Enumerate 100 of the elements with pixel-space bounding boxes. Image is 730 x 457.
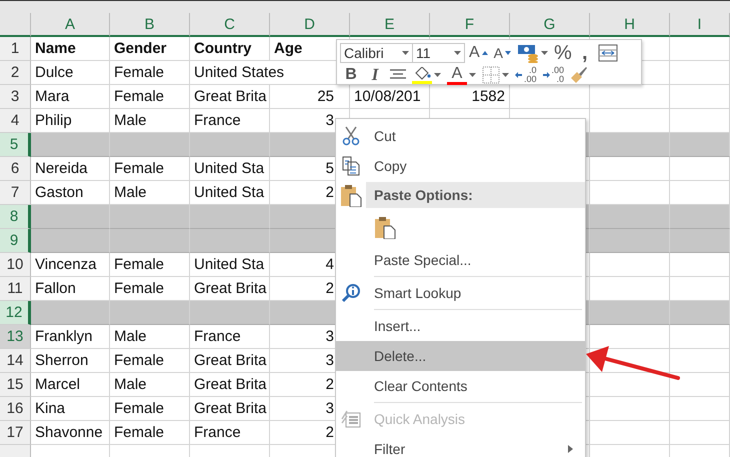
percent-button[interactable]: % xyxy=(552,43,574,63)
column-header[interactable]: G xyxy=(510,13,590,37)
row-header[interactable]: 15 xyxy=(0,373,31,397)
row-header[interactable]: 17 xyxy=(0,421,31,445)
arrow-left-icon xyxy=(515,72,522,78)
select-all-corner[interactable] xyxy=(0,13,31,37)
caret-icon xyxy=(402,51,409,55)
menu-item[interactable]: Delete... xyxy=(336,341,585,371)
table-cell: Female xyxy=(110,61,190,85)
paintbrush-icon xyxy=(570,66,588,84)
table-cell: Mara xyxy=(31,85,110,109)
table-cell xyxy=(670,373,730,397)
table-cell: Male xyxy=(110,373,190,397)
column-header[interactable]: A xyxy=(31,13,110,37)
column-header[interactable]: D xyxy=(270,13,350,37)
table-cell xyxy=(670,253,730,277)
table-cell xyxy=(670,301,730,325)
row-header[interactable]: 7 xyxy=(0,181,31,205)
shrink-font-button[interactable]: A xyxy=(492,43,514,63)
decrease-decimal-button[interactable]: .00 .0 xyxy=(540,65,566,85)
table-cell: France xyxy=(190,421,270,445)
row-header[interactable]: 12 xyxy=(0,301,31,325)
table-cell: Gender xyxy=(110,37,190,61)
table-cell: Sherron xyxy=(31,349,110,373)
row-header[interactable]: 3 xyxy=(0,85,31,109)
scissors-icon xyxy=(342,126,360,146)
table-cell: Great Brita xyxy=(190,397,270,421)
arrow-right-icon xyxy=(542,72,550,78)
search-icon xyxy=(341,283,361,303)
table-cell: Great Brita xyxy=(190,373,270,397)
table-cell: Female xyxy=(110,349,190,373)
table-cell xyxy=(670,397,730,421)
column-header[interactable]: B xyxy=(110,13,190,37)
wrap-text-button[interactable] xyxy=(596,43,620,63)
paint-bucket-icon xyxy=(413,66,431,80)
table-cell: United Sta xyxy=(190,253,270,277)
caret-icon xyxy=(541,51,548,55)
accounting-format-button[interactable] xyxy=(515,43,550,63)
font-name-dropdown[interactable]: Calibri xyxy=(340,43,413,63)
table-cell: Franklyn xyxy=(31,325,110,349)
table-cell xyxy=(670,349,730,373)
row-header[interactable]: 10 xyxy=(0,253,31,277)
table-cell xyxy=(670,61,730,85)
comma-button[interactable]: , xyxy=(576,43,594,63)
caret-icon xyxy=(434,73,441,77)
table-cell: Kina xyxy=(31,397,110,421)
table-cell: United Sta xyxy=(190,157,270,181)
font-size-dropdown[interactable]: 11 xyxy=(412,43,465,63)
table-cell xyxy=(670,37,730,61)
table-cell: Vincenza xyxy=(31,253,110,277)
table-cell: Female xyxy=(110,397,190,421)
table-cell: Female xyxy=(110,157,190,181)
row-header[interactable]: 1 xyxy=(0,37,31,61)
caret-icon xyxy=(454,51,461,55)
row-header[interactable]: 14 xyxy=(0,349,31,373)
table-cell: Nereida xyxy=(31,157,110,181)
column-header[interactable]: I xyxy=(670,13,730,37)
italic-button[interactable]: I xyxy=(364,65,386,85)
row-header[interactable]: 8 xyxy=(0,205,31,229)
row-header[interactable]: 9 xyxy=(0,229,31,253)
table-cell: Country xyxy=(190,37,270,61)
row-header[interactable]: 6 xyxy=(0,157,31,181)
caret-icon xyxy=(502,73,509,77)
row-header[interactable]: 16 xyxy=(0,397,31,421)
column-header[interactable]: H xyxy=(590,13,670,37)
table-cell xyxy=(670,421,730,445)
row-header[interactable]: 4 xyxy=(0,109,31,133)
table-cell: Dulce xyxy=(31,61,110,85)
table-cell: Male xyxy=(110,325,190,349)
money-icon xyxy=(517,43,540,63)
paste-button[interactable] xyxy=(374,215,396,239)
caret-icon xyxy=(469,73,476,77)
row-header[interactable]: 2 xyxy=(0,61,31,85)
increase-decimal-button[interactable]: .0 .00 xyxy=(513,65,539,85)
align-center-icon xyxy=(390,69,406,81)
table-cell: Name xyxy=(31,37,110,61)
column-header[interactable]: F xyxy=(430,13,510,37)
grow-font-button[interactable]: A xyxy=(467,43,490,63)
table-cell xyxy=(670,157,730,181)
table-cell xyxy=(670,229,730,253)
fill-color-button[interactable] xyxy=(410,65,443,85)
font-color-button[interactable]: A xyxy=(445,65,478,85)
table-cell: France xyxy=(190,325,270,349)
row-header[interactable]: 11 xyxy=(0,277,31,301)
clipboard-icon xyxy=(374,215,396,239)
column-header[interactable]: C xyxy=(190,13,270,37)
copy-icon xyxy=(342,156,360,176)
caret-icon xyxy=(505,51,512,55)
quick-analysis-icon xyxy=(341,410,361,428)
clipboard-icon xyxy=(340,183,362,207)
borders-button[interactable] xyxy=(480,65,511,85)
menu-heading: Paste Options: xyxy=(366,182,585,208)
table-cell: Female xyxy=(110,253,190,277)
column-header[interactable]: E xyxy=(350,13,430,37)
table-cell: Female xyxy=(110,421,190,445)
row-header[interactable]: 5 xyxy=(0,133,31,157)
table-cell xyxy=(670,325,730,349)
submenu-arrow-icon xyxy=(568,445,573,453)
table-cell: Great Brita xyxy=(190,349,270,373)
row-header[interactable]: 13 xyxy=(0,325,31,349)
